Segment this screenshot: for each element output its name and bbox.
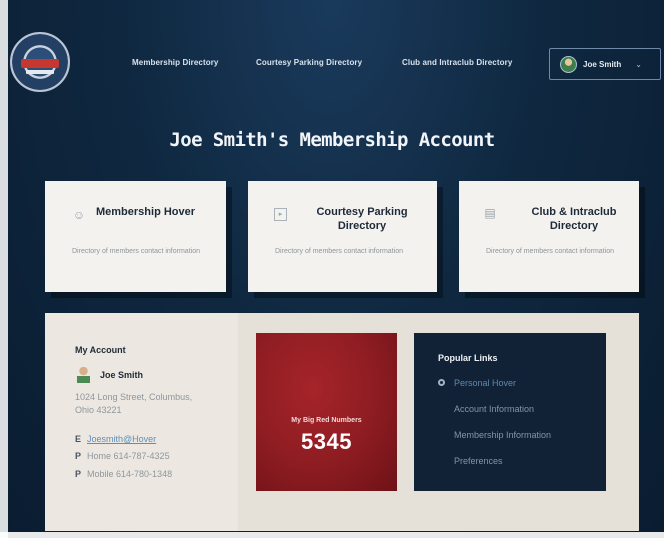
user-name: Joe Smith — [583, 59, 622, 69]
avatar — [560, 55, 577, 73]
home-phone-row: P Home 614-787-4325 — [75, 451, 170, 461]
card-description: Directory of members contact information — [275, 248, 403, 255]
card-title: Club & Intraclub Directory — [531, 206, 617, 232]
id-card-icon: ☺ — [72, 208, 86, 222]
logo-band-lower — [26, 70, 54, 74]
card-courtesy-parking[interactable]: ▸ Courtesy Parking Directory Directory o… — [248, 181, 437, 292]
link-account-information[interactable]: Account Information — [454, 404, 534, 414]
card-title: Courtesy Parking Directory — [316, 206, 408, 232]
account-address: 1024 Long Street, Columbus, Ohio 43221 — [75, 392, 193, 415]
link-membership-information[interactable]: Membership Information — [454, 430, 551, 440]
account-name: Joe Smith — [100, 370, 144, 380]
popular-links-box: Popular Links Personal Hover Account Inf… — [414, 333, 606, 491]
link-preferences[interactable]: Preferences — [454, 456, 503, 466]
numbers-value: 5345 — [301, 429, 352, 454]
nav-club-intraclub-directory[interactable]: Club and Intraclub Directory — [402, 58, 512, 67]
card-club-intraclub[interactable]: ▤ Club & Intraclub Directory Directory o… — [459, 181, 639, 292]
logo-band — [21, 59, 59, 68]
card-description: Directory of members contact information — [72, 248, 200, 255]
page-title: Joe Smith's Membership Account — [169, 129, 495, 151]
active-bullet-icon — [438, 379, 445, 386]
account-panel: My Account Joe Smith 1024 Long Street, C… — [45, 313, 639, 531]
big-red-numbers-box[interactable]: My Big Red Numbers 5345 — [256, 333, 397, 491]
section-heading: My Account — [75, 345, 126, 355]
club-logo[interactable] — [10, 32, 70, 92]
user-menu-button[interactable]: Joe Smith ⌄ — [549, 48, 661, 80]
phone-label: P — [75, 469, 82, 479]
mobile-phone-row: P Mobile 614-780-1348 — [75, 469, 172, 479]
email-row: E Joesmith@Hover — [75, 434, 156, 444]
parking-icon: ▸ — [274, 208, 287, 221]
car-icon: ▤ — [484, 206, 496, 220]
card-description: Directory of members contact information — [486, 248, 614, 255]
card-title: Membership Hover — [96, 206, 196, 218]
mobile-phone: Mobile 614-780-1348 — [87, 469, 173, 479]
popular-links-heading: Popular Links — [438, 353, 498, 363]
nav-courtesy-parking-directory[interactable]: Courtesy Parking Directory — [256, 58, 362, 67]
email-label: E — [75, 434, 82, 444]
email-link[interactable]: Joesmith@Hover — [87, 434, 156, 444]
numbers-label: My Big Red Numbers — [291, 417, 362, 424]
home-phone: Home 614-787-4325 — [87, 451, 170, 461]
user-icon — [77, 367, 90, 383]
chevron-down-icon: ⌄ — [635, 59, 642, 69]
card-membership-hover[interactable]: ☺ Membership Hover Directory of members … — [45, 181, 226, 292]
nav-membership-directory[interactable]: Membership Directory — [132, 58, 218, 67]
link-personal-hover[interactable]: Personal Hover — [454, 378, 516, 388]
phone-label: P — [75, 451, 82, 461]
my-account-section: My Account Joe Smith 1024 Long Street, C… — [45, 313, 238, 531]
